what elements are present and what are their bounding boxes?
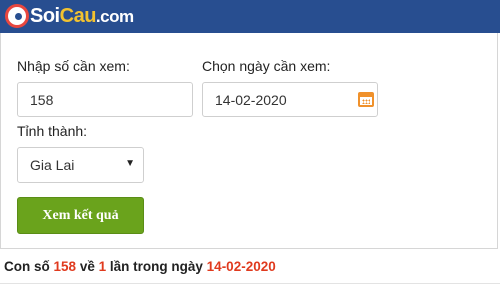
logo-text: SoiCau.com bbox=[30, 3, 134, 30]
number-input[interactable]: 158 bbox=[17, 82, 193, 117]
province-label: Tỉnh thành: bbox=[17, 123, 88, 139]
date-input[interactable]: 14-02-2020 bbox=[202, 82, 378, 117]
result-prefix: Con số bbox=[4, 259, 50, 274]
province-selected-value: Gia Lai bbox=[30, 157, 75, 173]
result-date: 14-02-2020 bbox=[206, 259, 276, 274]
result-count: 1 bbox=[98, 259, 107, 274]
site-header: SoiCau.com bbox=[0, 0, 500, 33]
number-label: Nhập số cần xem: bbox=[17, 58, 130, 74]
date-input-value: 14-02-2020 bbox=[215, 91, 287, 108]
submit-button[interactable]: Xem kết quả bbox=[17, 197, 144, 234]
province-select[interactable]: Gia Lai ▼ bbox=[17, 147, 144, 183]
result-number: 158 bbox=[53, 259, 77, 274]
number-input-value: 158 bbox=[30, 91, 54, 108]
logo-search-icon bbox=[5, 4, 29, 28]
logo-text-domain: .com bbox=[95, 6, 134, 26]
calendar-icon[interactable] bbox=[358, 92, 374, 107]
logo-text-soi: Soi bbox=[30, 4, 60, 27]
site-logo[interactable]: SoiCau.com bbox=[5, 3, 134, 29]
chevron-down-icon: ▼ bbox=[125, 158, 135, 169]
divider bbox=[0, 283, 500, 284]
date-label: Chọn ngày cần xem: bbox=[202, 58, 331, 74]
result-middle: về bbox=[79, 259, 95, 274]
result-suffix: lần trong ngày bbox=[109, 259, 203, 274]
result-text: Con số 158 về 1 lần trong ngày 14-02-202… bbox=[4, 259, 276, 274]
logo-text-cau: Cau bbox=[59, 4, 97, 27]
